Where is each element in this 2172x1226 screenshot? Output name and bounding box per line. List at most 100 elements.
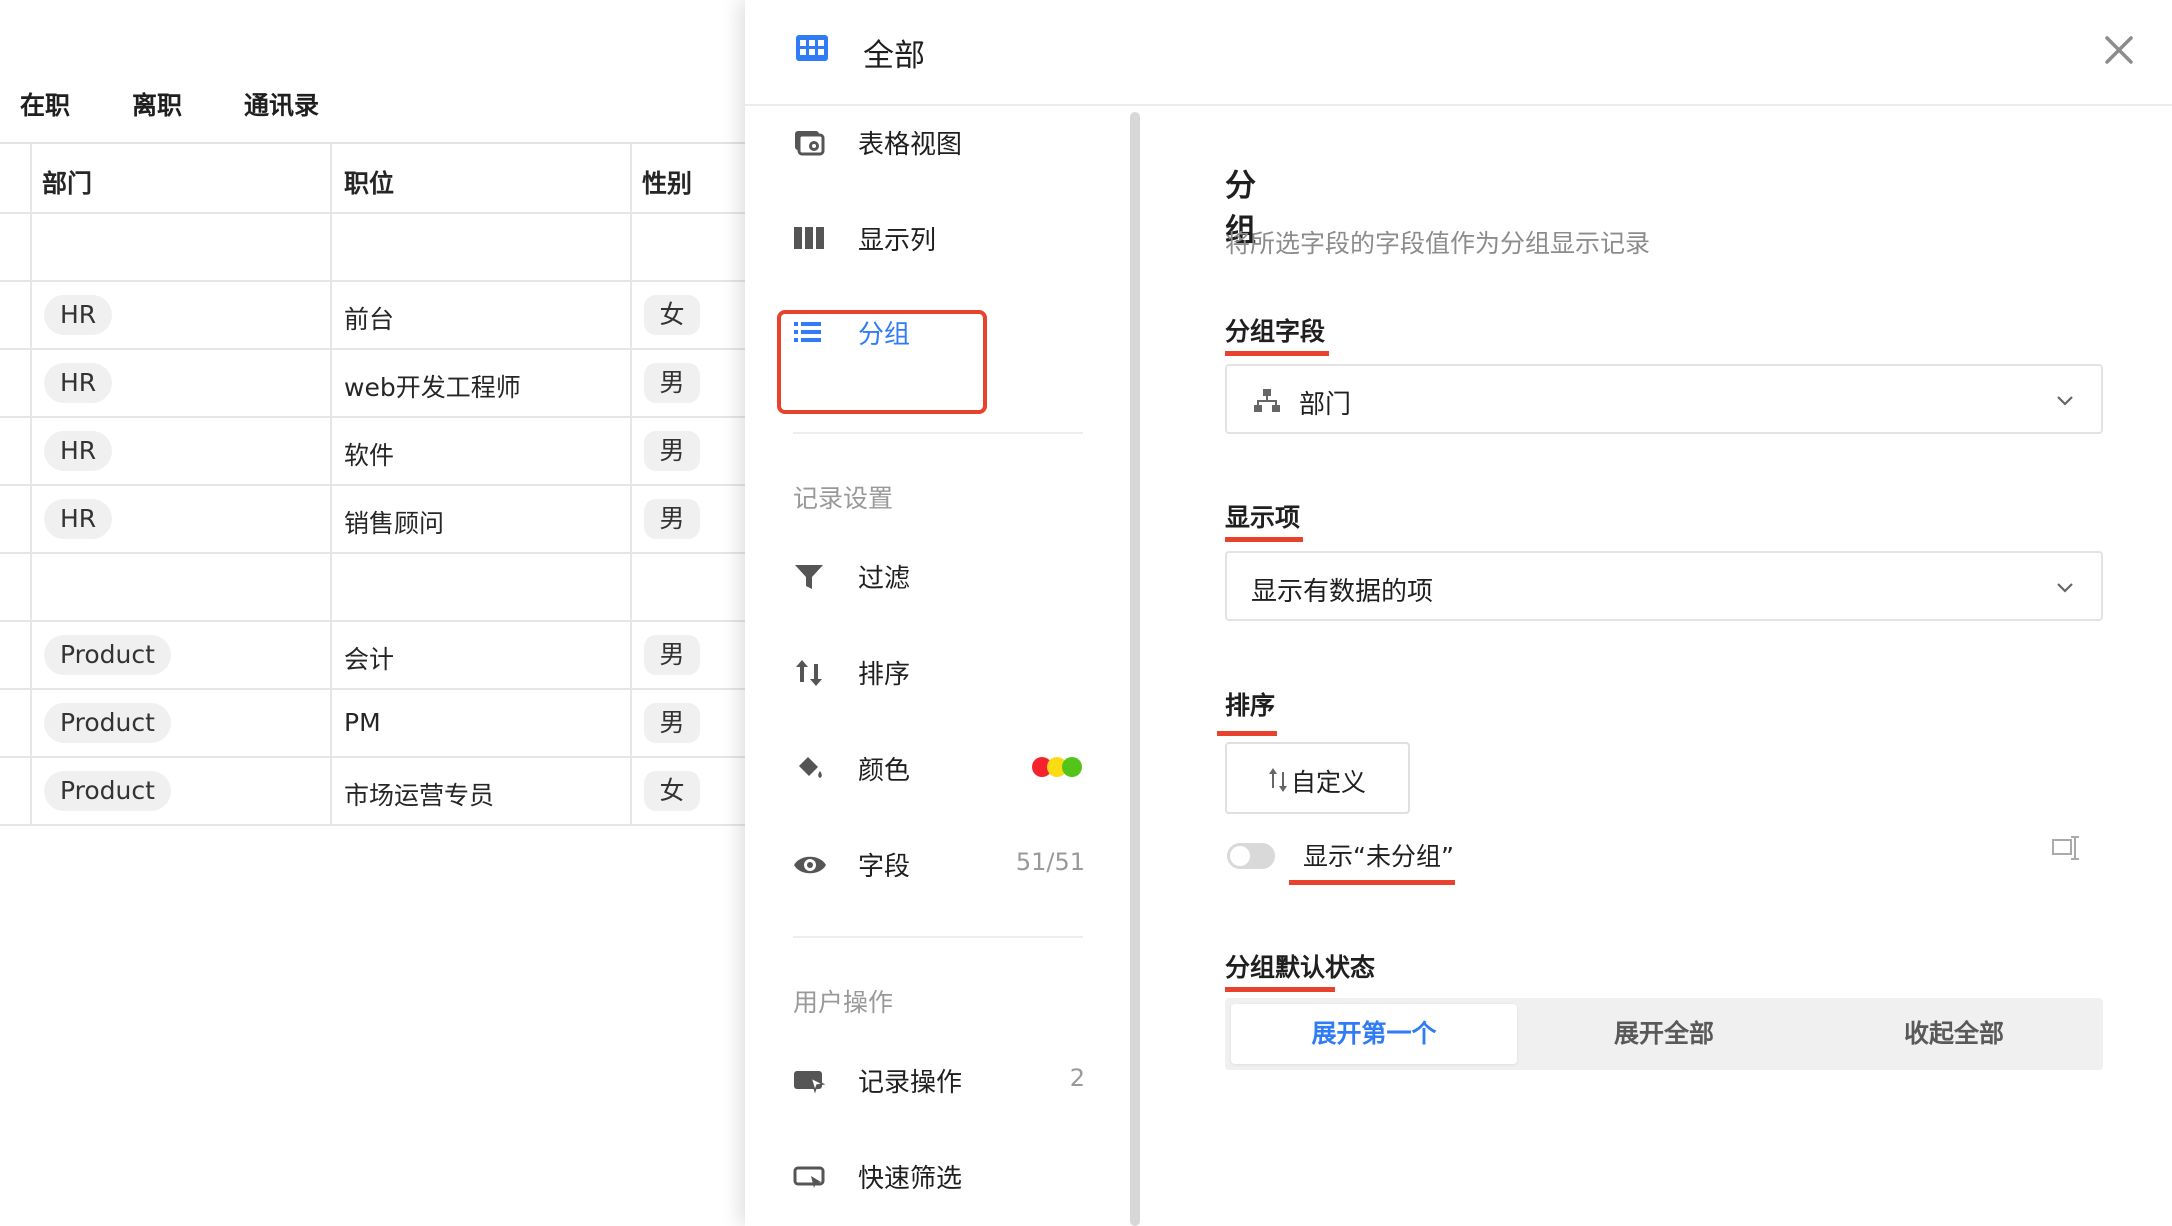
- section-label-record-settings: 记录设置: [793, 484, 894, 513]
- position-cell: 会计: [344, 645, 395, 674]
- position-cell: PM: [344, 708, 381, 737]
- panel-description: 将所选字段的字段值作为分组显示记录: [1225, 229, 1651, 258]
- menu-label: 字段: [858, 852, 911, 882]
- menu-item-columns[interactable]: 显示列: [745, 202, 1085, 272]
- table-view-icon: [795, 131, 825, 156]
- menu-label: 过滤: [858, 564, 911, 594]
- sort-arrows-icon: [796, 660, 822, 686]
- color-dots-icon: [1032, 757, 1082, 777]
- annotation-underline: [1225, 351, 1329, 356]
- column-header-position[interactable]: 职位: [344, 164, 394, 200]
- group-field-value: 部门: [1299, 390, 1352, 420]
- paint-bucket-icon: [799, 757, 822, 778]
- menu-item-color[interactable]: 颜色: [745, 732, 1085, 802]
- view-settings-drawer: 全部 表格视图 显示列 分组 记录设置 过滤 排序 颜色 字段 51/51 用户…: [745, 0, 2172, 1226]
- menu-label: 表格视图: [858, 130, 963, 160]
- filter-funnel-icon: [795, 565, 823, 589]
- menu-divider: [793, 936, 1083, 938]
- sort-arrows-icon: [1269, 768, 1287, 792]
- row-divider: [0, 280, 745, 282]
- column-header-gender[interactable]: 性别: [642, 164, 692, 200]
- annotation-underline: [1289, 880, 1455, 885]
- close-icon[interactable]: [2097, 28, 2141, 72]
- drawer-title: 全部: [863, 38, 925, 74]
- menu-item-record-actions[interactable]: 记录操作 2: [745, 1044, 1085, 1114]
- annotation-underline: [1225, 537, 1303, 542]
- show-ungrouped-label: 显示“未分组”: [1303, 842, 1454, 871]
- row-divider: [0, 348, 745, 350]
- option-expand-all[interactable]: 展开全部: [1521, 1004, 1807, 1064]
- default-state-label: 分组默认状态: [1225, 953, 1376, 982]
- row-divider: [0, 484, 745, 486]
- position-cell: 市场运营专员: [344, 781, 495, 810]
- default-state-segmented-control: 展开第一个 展开全部 收起全部: [1225, 998, 2103, 1070]
- row-divider: [0, 416, 745, 418]
- menu-item-filter[interactable]: 过滤: [745, 540, 1085, 610]
- highlight-annotation-box: [777, 310, 987, 414]
- gender-tag: 男: [644, 363, 700, 403]
- position-cell: 软件: [344, 441, 395, 470]
- settings-menu: 表格视图 显示列 分组 记录设置 过滤 排序 颜色 字段 51/51 用户操作 …: [745, 106, 1135, 1226]
- group-field-label: 分组字段: [1225, 317, 1326, 346]
- dept-tag: HR: [44, 363, 113, 403]
- row-divider: [0, 552, 745, 554]
- position-cell: 销售顾问: [344, 509, 445, 538]
- tab-employed[interactable]: 在职: [20, 86, 70, 122]
- gender-tag: 女: [644, 295, 700, 335]
- dept-tag: HR: [44, 431, 113, 471]
- group-field-select[interactable]: 部门: [1225, 364, 2103, 434]
- dept-tag: Product: [44, 635, 171, 675]
- custom-sort-label: 自定义: [1291, 768, 1367, 797]
- table-top-border: [0, 142, 745, 144]
- tab-contacts[interactable]: 通讯录: [244, 86, 319, 122]
- menu-label: 快速筛选: [858, 1164, 963, 1194]
- menu-label: 显示列: [858, 226, 937, 256]
- row-divider: [0, 620, 745, 622]
- menu-divider: [793, 432, 1083, 434]
- option-expand-first[interactable]: 展开第一个: [1231, 1004, 1517, 1064]
- record-action-icon: [794, 1071, 826, 1094]
- dept-tag: Product: [44, 771, 171, 811]
- position-cell: 前台: [344, 305, 395, 334]
- row-divider: [0, 688, 745, 690]
- chevron-down-icon: [2057, 583, 2073, 593]
- menu-item-quick-filter[interactable]: 快速筛选: [745, 1140, 1085, 1210]
- menu-label: 记录操作: [858, 1068, 963, 1098]
- gender-tag: 女: [644, 771, 700, 811]
- menu-item-sort[interactable]: 排序: [745, 636, 1085, 706]
- option-collapse-all[interactable]: 收起全部: [1811, 1004, 2097, 1064]
- field-settings-icon[interactable]: [2051, 834, 2081, 862]
- sort-label: 排序: [1225, 691, 1276, 720]
- position-cell: web开发工程师: [344, 373, 521, 402]
- section-label-user-actions: 用户操作: [793, 988, 894, 1017]
- record-actions-count: 2: [1069, 1064, 1085, 1092]
- fields-count: 51/51: [1015, 848, 1085, 876]
- display-items-label: 显示项: [1225, 503, 1301, 532]
- quick-filter-icon: [793, 1166, 825, 1188]
- row-divider: [0, 824, 745, 826]
- gender-tag: 男: [644, 431, 700, 471]
- show-ungrouped-toggle[interactable]: [1227, 843, 1275, 869]
- tab-resigned[interactable]: 离职: [132, 86, 182, 122]
- menu-item-fields[interactable]: 字段 51/51: [745, 828, 1085, 898]
- dept-tag: HR: [44, 499, 113, 539]
- table-grid-icon: [796, 35, 828, 61]
- gender-tag: 男: [644, 703, 700, 743]
- row-divider: [0, 212, 745, 214]
- chevron-down-icon: [2057, 396, 2073, 406]
- background-table-view: 在职 离职 通讯录 部门 职位 性别 HR 前台 女 HR web开发工程师 男…: [0, 0, 745, 1226]
- annotation-underline: [1217, 731, 1277, 736]
- drawer-header: 全部: [745, 0, 2172, 106]
- menu-scrollbar[interactable]: [1130, 112, 1140, 1226]
- toggle-knob: [1230, 846, 1250, 866]
- gender-tag: 男: [644, 635, 700, 675]
- menu-item-table-view[interactable]: 表格视图: [745, 106, 1085, 176]
- column-header-dept[interactable]: 部门: [42, 164, 92, 200]
- custom-sort-button[interactable]: 自定义: [1225, 742, 1410, 814]
- menu-label: 颜色: [858, 756, 911, 786]
- eye-icon: [794, 856, 826, 874]
- display-items-select[interactable]: 显示有数据的项: [1225, 551, 2103, 621]
- dept-tag: Product: [44, 703, 171, 743]
- annotation-underline: [1225, 987, 1335, 992]
- row-divider: [0, 756, 745, 758]
